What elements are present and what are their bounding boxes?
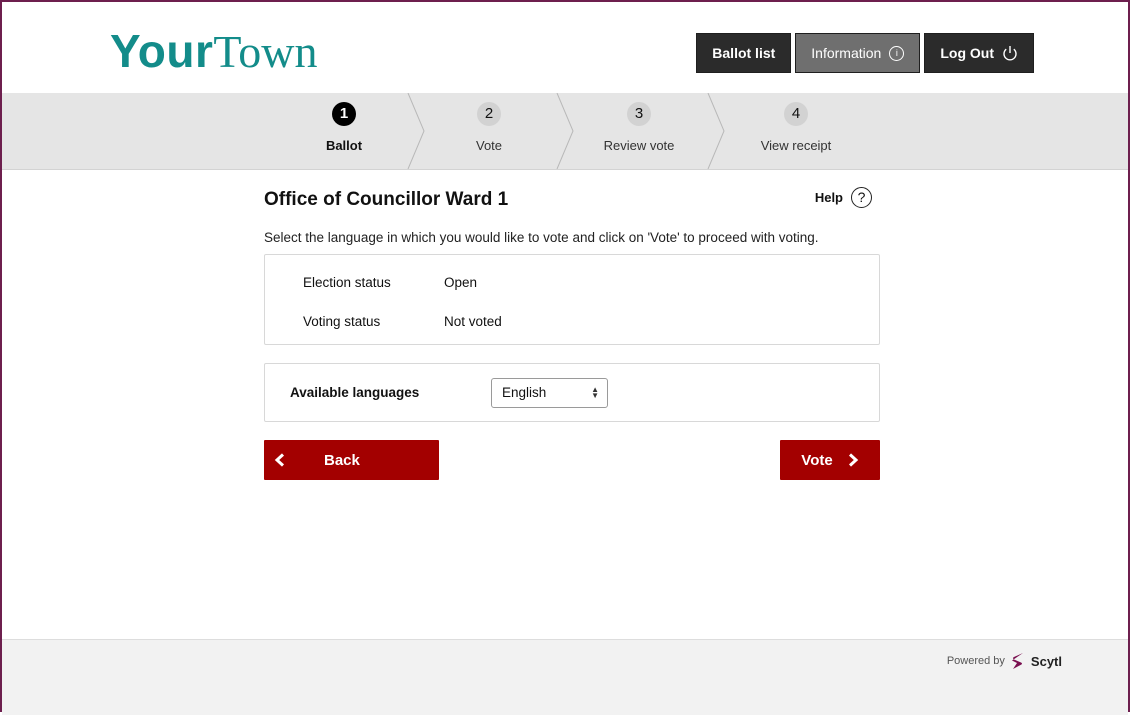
yourtown-logo[interactable]: YourTown bbox=[110, 28, 317, 75]
vote-label: Vote bbox=[801, 451, 833, 469]
election-status-label: Election status bbox=[303, 275, 391, 290]
voting-status-value: Not voted bbox=[444, 314, 502, 329]
info-icon: i bbox=[889, 45, 905, 61]
powered-by: Powered by Scytl bbox=[947, 652, 1062, 670]
step-number: 4 bbox=[784, 102, 808, 126]
scytl-brand: Scytl bbox=[1030, 653, 1062, 669]
step-review-vote: 3 Review vote bbox=[564, 93, 714, 169]
logo-town: Town bbox=[213, 26, 318, 77]
language-panel: Available languages English ▲ ▼ bbox=[264, 363, 880, 422]
help-label: Help bbox=[814, 190, 843, 205]
information-label: Information bbox=[811, 45, 882, 61]
step-number: 1 bbox=[332, 102, 356, 126]
election-status-row: Election status Open bbox=[303, 275, 879, 314]
ballot-list-label: Ballot list bbox=[712, 45, 776, 61]
help-icon: ? bbox=[851, 187, 872, 208]
language-selected-value: English bbox=[502, 385, 547, 400]
status-panel: Election status Open Voting status Not v… bbox=[264, 254, 880, 345]
back-label: Back bbox=[324, 451, 360, 469]
step-ballot: 1 Ballot bbox=[269, 93, 419, 169]
chevron-left-icon bbox=[274, 453, 285, 467]
title-row: Office of Councillor Ward 1 Help ? bbox=[264, 187, 880, 215]
vote-button[interactable]: Vote bbox=[780, 440, 880, 480]
power-icon bbox=[1002, 45, 1018, 62]
back-button[interactable]: Back bbox=[264, 440, 439, 480]
footer: Powered by Scytl bbox=[2, 639, 1128, 715]
action-buttons: Back Vote bbox=[264, 440, 880, 480]
steps-progress-bar: 1 Ballot 2 Vote 3 Review vote 4 View rec… bbox=[2, 93, 1128, 170]
step-label: Vote bbox=[475, 138, 503, 153]
instruction-text: Select the language in which you would l… bbox=[264, 230, 819, 245]
step-label: Review vote bbox=[603, 138, 675, 153]
page-title: Office of Councillor Ward 1 bbox=[264, 189, 509, 210]
voting-status-row: Voting status Not voted bbox=[303, 314, 879, 353]
logout-label: Log Out bbox=[940, 45, 994, 61]
available-languages-label: Available languages bbox=[290, 385, 420, 400]
election-status-value: Open bbox=[444, 275, 478, 290]
voting-status-label: Voting status bbox=[303, 314, 381, 329]
step-view-receipt: 4 View receipt bbox=[721, 93, 871, 169]
step-label: Ballot bbox=[325, 138, 363, 153]
logo-your: Your bbox=[110, 25, 214, 77]
step-vote: 2 Vote bbox=[414, 93, 564, 169]
logout-button[interactable]: Log Out bbox=[924, 33, 1034, 73]
app-frame: YourTown Ballot list Information i Log O… bbox=[0, 0, 1130, 715]
step-number: 2 bbox=[477, 102, 501, 126]
main-content: Office of Councillor Ward 1 Help ? Selec… bbox=[264, 187, 880, 480]
language-select[interactable]: English ▲ ▼ bbox=[491, 377, 608, 408]
scytl-logo-icon bbox=[1011, 653, 1023, 669]
step-number: 3 bbox=[627, 102, 651, 126]
powered-by-label: Powered by bbox=[946, 655, 1005, 667]
step-label: View receipt bbox=[760, 138, 832, 153]
chevron-right-icon bbox=[848, 453, 858, 467]
top-navigation: Ballot list Information i Log Out bbox=[696, 33, 1034, 73]
ballot-list-button[interactable]: Ballot list bbox=[696, 33, 792, 73]
information-button[interactable]: Information i bbox=[795, 33, 921, 73]
help-link[interactable]: Help ? bbox=[815, 187, 872, 208]
select-updown-icon: ▲ ▼ bbox=[591, 384, 599, 400]
